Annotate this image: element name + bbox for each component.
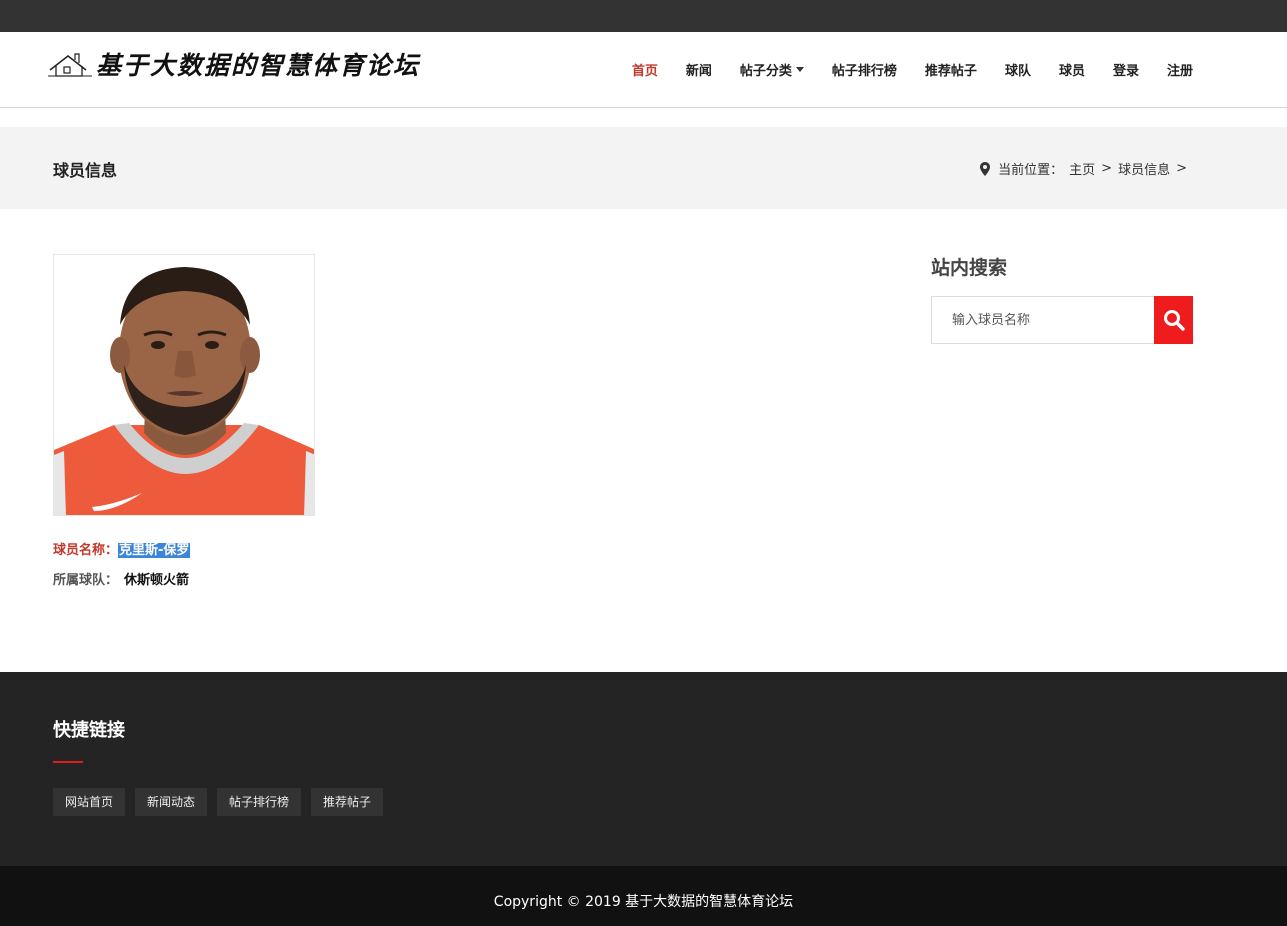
quick-link-recommended-posts[interactable]: 推荐帖子 xyxy=(311,788,384,816)
main-nav: 首页 新闻 帖子分类 帖子排行榜 推荐帖子 球队 球员 登录 注册 xyxy=(604,60,1193,79)
player-team-value: 休斯顿火箭 xyxy=(124,573,190,588)
search-input[interactable] xyxy=(932,297,1154,343)
caret-down-icon xyxy=(795,67,804,72)
nav-news[interactable]: 新闻 xyxy=(686,60,712,79)
nav-post-category[interactable]: 帖子分类 xyxy=(740,60,804,79)
quick-link-post-ranking[interactable]: 帖子排行榜 xyxy=(217,788,302,816)
player-name-value: 克里斯-保罗 xyxy=(118,543,191,558)
breadcrumb-separator: > xyxy=(1101,161,1113,176)
quick-link-news[interactable]: 新闻动态 xyxy=(135,788,208,816)
location-pin-icon xyxy=(980,161,991,176)
nav-post-ranking[interactable]: 帖子排行榜 xyxy=(832,60,897,79)
nav-players[interactable]: 球员 xyxy=(1059,60,1085,79)
nav-login[interactable]: 登录 xyxy=(1113,60,1139,79)
site-search-title: 站内搜索 xyxy=(931,257,1008,279)
page-title: 球员信息 xyxy=(53,161,118,180)
nav-teams[interactable]: 球队 xyxy=(1005,60,1031,79)
copyright-bar: Copyright © 2019 基于大数据的智慧体育论坛 xyxy=(0,866,1287,926)
logo-text: 基于大数据的智慧体育论坛 xyxy=(96,51,421,80)
breadcrumb-home[interactable]: 主页 xyxy=(1069,159,1095,178)
player-photo xyxy=(53,254,315,516)
player-name-label: 球员名称： xyxy=(53,543,119,558)
player-name-row: 球员名称：克里斯-保罗 xyxy=(53,539,191,558)
search-icon xyxy=(1163,310,1185,331)
site-search-box xyxy=(931,296,1193,344)
house-logo-icon xyxy=(48,53,92,77)
copyright-text: Copyright © 2019 基于大数据的智慧体育论坛 xyxy=(493,894,794,910)
breadcrumb-current[interactable]: 球员信息 xyxy=(1118,159,1170,178)
nav-register[interactable]: 注册 xyxy=(1167,60,1193,79)
site-header: 基于大数据的智慧体育论坛 首页 新闻 帖子分类 帖子排行榜 推荐帖子 球队 球员… xyxy=(0,32,1287,108)
search-button[interactable] xyxy=(1154,296,1193,344)
site-footer: 快捷链接 网站首页 新闻动态 帖子排行榜 推荐帖子 xyxy=(0,672,1287,866)
nav-recommended-posts[interactable]: 推荐帖子 xyxy=(925,60,977,79)
breadcrumb-separator-end: > xyxy=(1176,161,1187,176)
nav-post-category-label: 帖子分类 xyxy=(739,64,792,79)
footer-title-underline xyxy=(53,761,83,763)
top-bar xyxy=(0,0,1287,32)
breadcrumb-prefix: 当前位置： xyxy=(998,163,1064,178)
quick-links-title: 快捷链接 xyxy=(53,720,125,741)
page-title-bar: 球员信息 当前位置： 主页 > 球员信息 > xyxy=(0,127,1287,209)
player-team-label: 所属球队： xyxy=(53,573,119,588)
player-portrait-image xyxy=(54,255,314,515)
quick-links: 网站首页 新闻动态 帖子排行榜 推荐帖子 xyxy=(53,788,393,816)
nav-home[interactable]: 首页 xyxy=(632,60,658,79)
site-logo[interactable]: 基于大数据的智慧体育论坛 xyxy=(48,46,420,82)
player-team-row: 所属球队： 休斯顿火箭 xyxy=(53,569,189,588)
breadcrumb: 当前位置： 主页 > 球员信息 > xyxy=(980,159,1193,178)
quick-link-home[interactable]: 网站首页 xyxy=(53,788,126,816)
